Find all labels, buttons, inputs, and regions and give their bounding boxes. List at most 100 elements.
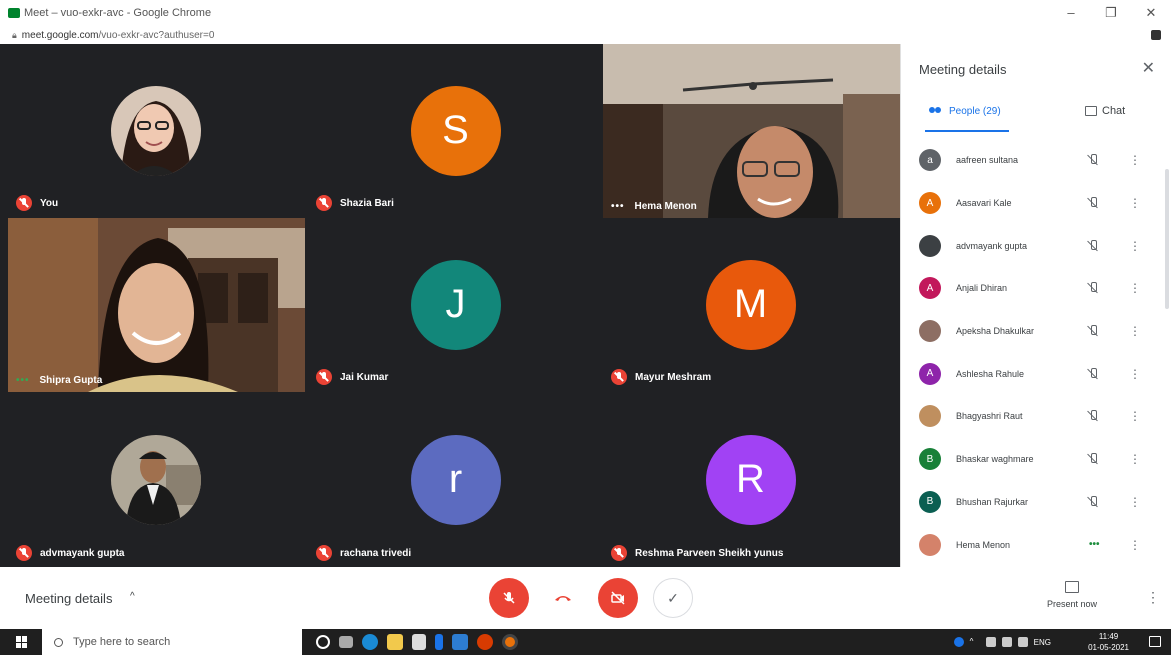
- participant-tile[interactable]: S Shazia Bari: [308, 44, 603, 217]
- list-item[interactable]: a aafreen sultana ⋮: [901, 139, 1171, 182]
- participant-tile[interactable]: J Jai Kumar: [308, 218, 603, 391]
- participant-tile[interactable]: R Reshma Parveen Sheikh yunus: [603, 392, 898, 567]
- office-icon[interactable]: [477, 634, 493, 650]
- participant-tile[interactable]: advmayank gupta: [8, 392, 303, 567]
- more-vert-icon[interactable]: ⋮: [1129, 367, 1141, 381]
- more-vert-icon[interactable]: ⋮: [1129, 239, 1141, 253]
- tab-people-label: People (29): [949, 106, 1001, 117]
- search-placeholder: Type here to search: [73, 636, 171, 648]
- meeting-details-button[interactable]: Meeting details: [25, 591, 112, 606]
- chat-icon: [1085, 106, 1097, 116]
- participant-tile[interactable]: ••• Shipra Gupta: [8, 218, 305, 392]
- windows-start-icon[interactable]: [16, 636, 28, 648]
- avatar: R: [705, 434, 796, 525]
- avatar: [919, 533, 941, 556]
- close-window-button[interactable]: ✕: [1131, 0, 1171, 26]
- person-name: aafreen sultana: [956, 155, 1019, 166]
- avatar: [919, 405, 941, 428]
- chevron-up-icon[interactable]: ^: [130, 591, 135, 602]
- avatar: J: [410, 259, 501, 350]
- mic-off-icon[interactable]: [1087, 282, 1099, 294]
- avatar: S: [410, 85, 501, 176]
- app-icon[interactable]: [435, 634, 443, 650]
- participant-label: ••• Hema Menon: [611, 201, 697, 212]
- list-item[interactable]: B Bhushan Rajurkar ⋮: [901, 481, 1171, 524]
- more-options-icon[interactable]: ⋮: [1146, 589, 1160, 606]
- more-vert-icon[interactable]: ⋮: [1129, 196, 1141, 210]
- mic-off-icon[interactable]: [1087, 410, 1099, 422]
- present-now-button[interactable]: Present now: [1040, 581, 1104, 609]
- tray-chevron-icon[interactable]: ^: [970, 637, 980, 647]
- tab-chat[interactable]: Chat: [1085, 105, 1125, 117]
- close-icon[interactable]: ✕: [1142, 58, 1155, 78]
- list-item[interactable]: A Anjali Dhiran ⋮: [901, 267, 1171, 310]
- more-vert-icon[interactable]: ⋮: [1129, 324, 1141, 338]
- tray-app-icon[interactable]: [953, 637, 964, 647]
- participant-tile[interactable]: You: [8, 44, 303, 217]
- more-vert-icon[interactable]: ⋮: [1129, 409, 1141, 423]
- store-icon[interactable]: [412, 634, 426, 650]
- mic-off-icon: [16, 195, 32, 211]
- mic-off-icon[interactable]: [1087, 495, 1099, 508]
- end-call-button[interactable]: [543, 578, 583, 618]
- extension-icon[interactable]: [1151, 30, 1161, 40]
- list-item[interactable]: Hema Menon ••• ⋮: [901, 523, 1171, 566]
- battery-icon[interactable]: [1001, 637, 1012, 647]
- avatar: A: [919, 362, 941, 385]
- avatar: a: [919, 149, 941, 172]
- more-vert-icon[interactable]: ⋮: [1129, 495, 1141, 509]
- cortana-icon[interactable]: [316, 635, 330, 649]
- notification-icon[interactable]: [1149, 636, 1161, 647]
- mic-off-icon[interactable]: [1087, 453, 1099, 465]
- system-clock[interactable]: 11:49 01-05-2021: [1088, 631, 1129, 653]
- participant-label: rachana trivedi: [316, 545, 411, 561]
- more-vert-icon[interactable]: ⋮: [1129, 538, 1141, 552]
- avatar: [919, 234, 941, 257]
- tab-people[interactable]: People (29): [929, 106, 1001, 117]
- list-item[interactable]: A Aasavari Kale ⋮: [901, 182, 1171, 225]
- minimize-button[interactable]: –: [1051, 0, 1091, 26]
- list-item[interactable]: A Ashlesha Rahule ⋮: [901, 352, 1171, 395]
- mic-off-icon[interactable]: [1087, 154, 1099, 166]
- more-vert-icon[interactable]: ⋮: [1129, 281, 1141, 295]
- task-view-icon[interactable]: [339, 636, 353, 648]
- participant-tile[interactable]: r rachana trivedi: [308, 392, 603, 567]
- system-tray: ^ ENG: [953, 629, 1051, 655]
- mic-off-icon[interactable]: [1087, 325, 1099, 337]
- mic-off-icon: [611, 369, 627, 385]
- mic-off-icon[interactable]: [1087, 239, 1099, 252]
- scrollbar[interactable]: [1165, 169, 1169, 309]
- maximize-button[interactable]: ❐: [1091, 0, 1131, 26]
- participant-tile[interactable]: ••• Hema Menon: [603, 44, 900, 218]
- mail-icon[interactable]: [452, 634, 468, 650]
- edge-icon[interactable]: [362, 634, 378, 650]
- chrome-icon[interactable]: [502, 634, 518, 650]
- mic-off-icon[interactable]: [1087, 367, 1099, 380]
- mic-off-icon[interactable]: [1087, 197, 1099, 209]
- file-explorer-icon[interactable]: [387, 634, 403, 650]
- list-item[interactable]: advmayank gupta ⋮: [901, 224, 1171, 267]
- more-vert-icon[interactable]: ⋮: [1129, 452, 1141, 466]
- participant-label: Reshma Parveen Sheikh yunus: [611, 545, 783, 561]
- address-bar[interactable]: 🔒︎ meet.google.com /vuo-exkr-avc?authuse…: [0, 26, 1171, 44]
- browser-title-bar: Meet – vuo-exkr-avc - Google Chrome – ❐ …: [0, 0, 1171, 26]
- participant-tile[interactable]: M Mayur Meshram: [603, 218, 898, 391]
- lock-icon[interactable]: 🔒︎: [12, 30, 17, 41]
- meeting-details-panel: Meeting details ✕ People (29) Chat a aaf…: [900, 44, 1171, 567]
- network-icon[interactable]: [985, 637, 996, 647]
- list-item[interactable]: B Bhaskar waghmare ⋮: [901, 438, 1171, 481]
- camera-toggle-button[interactable]: [598, 578, 638, 618]
- checkmark-button[interactable]: ✓: [653, 578, 693, 618]
- mic-off-icon: [316, 369, 332, 385]
- language-indicator[interactable]: ENG: [1034, 638, 1051, 647]
- list-item[interactable]: Apeksha Dhakulkar ⋮: [901, 310, 1171, 353]
- video-grid: You S Shazia Bari ••• Hema Menon ••• Shi…: [0, 44, 900, 567]
- more-vert-icon[interactable]: ⋮: [1129, 153, 1141, 167]
- speaking-icon: •••: [16, 375, 30, 386]
- volume-icon[interactable]: [1017, 637, 1028, 647]
- mic-toggle-button[interactable]: [489, 578, 529, 618]
- present-icon: [1065, 581, 1079, 593]
- taskbar-search[interactable]: Type here to search: [42, 629, 302, 655]
- mic-off-icon: [316, 545, 332, 561]
- list-item[interactable]: Bhagyashri Raut ⋮: [901, 395, 1171, 438]
